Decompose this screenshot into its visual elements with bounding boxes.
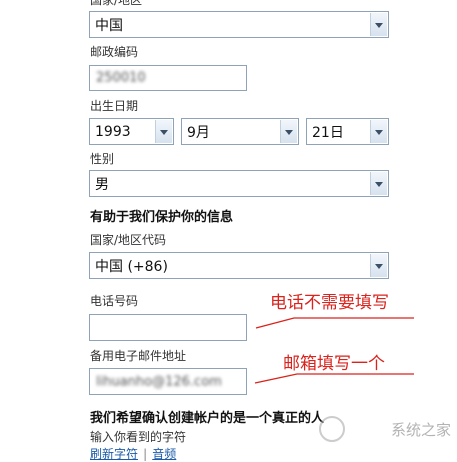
watermark-text: 系统之家 (390, 421, 451, 439)
audio-captcha-link[interactable]: 音频 (152, 447, 176, 461)
watermark-logo-icon (319, 416, 345, 442)
phone-callout-line (255, 317, 414, 329)
captcha-section-title: 我们希望确认创建帐户的是一个真正的人 (90, 411, 325, 426)
annotation-lines (254, 317, 414, 384)
email-callout-line (254, 373, 414, 384)
refresh-captcha-link[interactable]: 刷新字符 (90, 447, 138, 461)
link-separator: | (143, 447, 148, 461)
captcha-links: 刷新字符 | 音频 (90, 443, 176, 462)
